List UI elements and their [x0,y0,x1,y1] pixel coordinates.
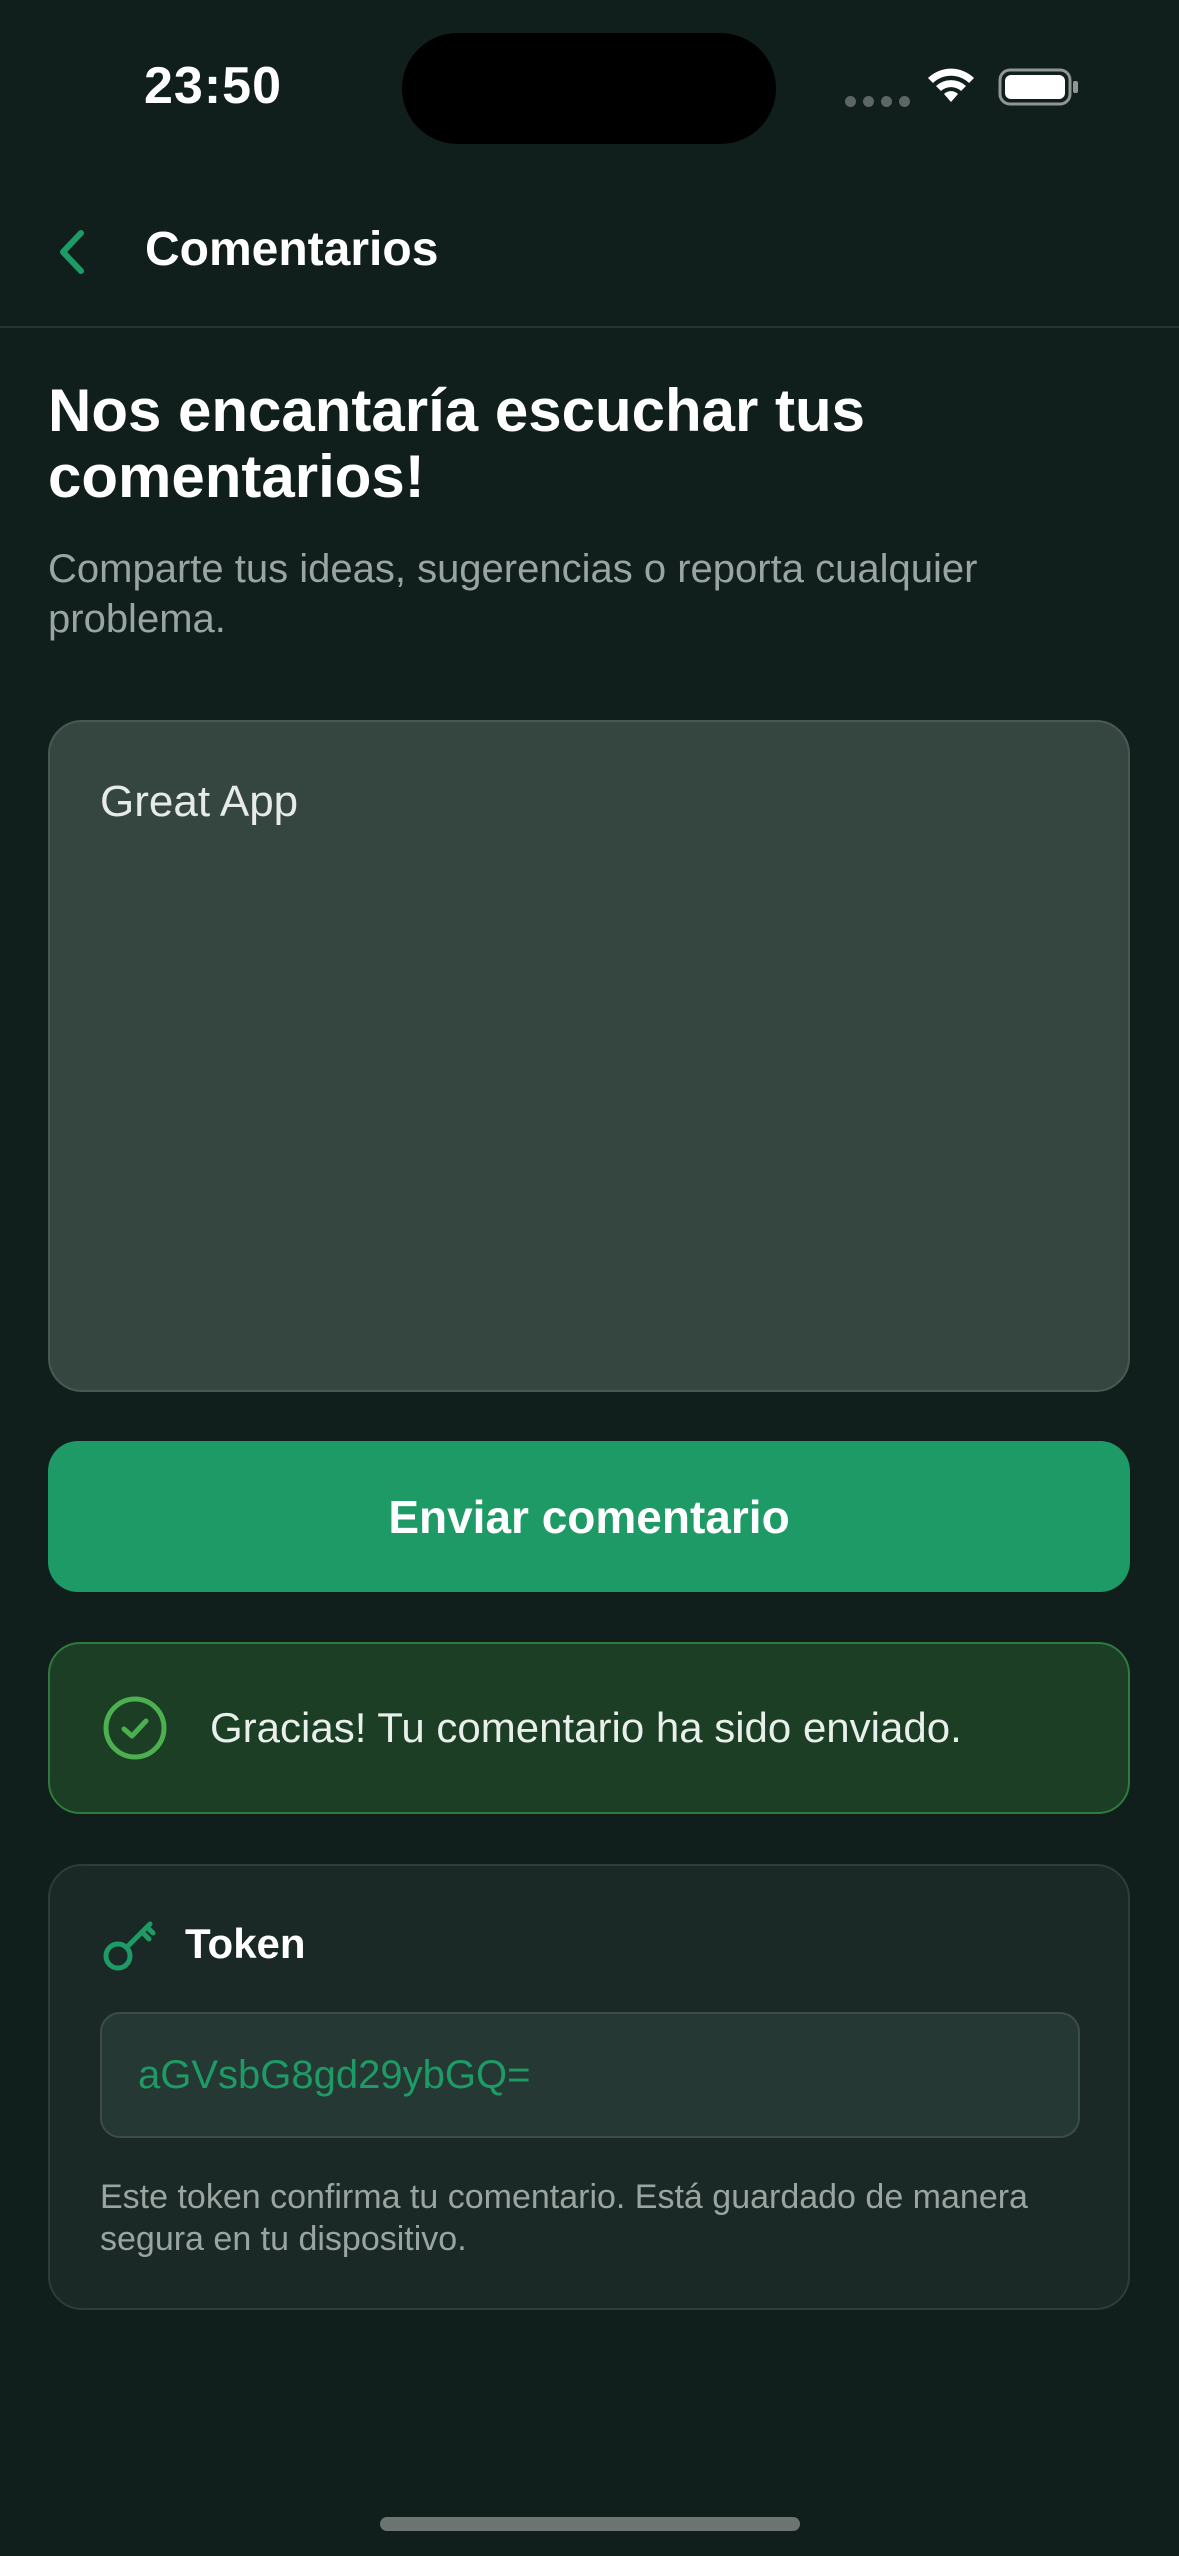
token-value: aGVsbG8gd29ybGQ= [138,2052,531,2097]
success-banner: Gracias! Tu comentario ha sido enviado. [48,1642,1130,1814]
status-bar: 23:50 [0,0,1179,170]
check-circle-icon [103,1696,167,1760]
dynamic-island [402,33,776,144]
home-indicator[interactable] [380,2517,800,2531]
chevron-left-icon [60,230,84,274]
key-icon [103,1921,156,1971]
page-title: Nos encantaría escuchar tus comentarios! [48,377,866,510]
wifi-icon [928,68,974,102]
back-button[interactable] [40,220,104,284]
status-time: 23:50 [144,57,282,115]
token-card: Token aGVsbG8gd29ybGQ= Este token confir… [48,1864,1130,2310]
token-note: Este token confirma tu comentario. Está … [100,2178,1028,2258]
navigation-bar: Comentarios [0,170,1179,328]
submit-feedback-button[interactable]: Enviar comentario [48,1441,1130,1592]
feedback-text: Great App [100,777,299,826]
token-field[interactable]: aGVsbG8gd29ybGQ= [100,2012,1080,2138]
page-subtitle: Comparte tus ideas, sugerencias o report… [48,547,978,641]
feedback-textarea[interactable]: Great App [48,720,1130,1392]
cellular-signal-icon [845,96,910,107]
battery-icon [998,68,1078,106]
nav-title: Comentarios [145,223,439,276]
token-title: Token [185,1920,306,1967]
success-message: Gracias! Tu comentario ha sido enviado. [210,1704,962,1751]
